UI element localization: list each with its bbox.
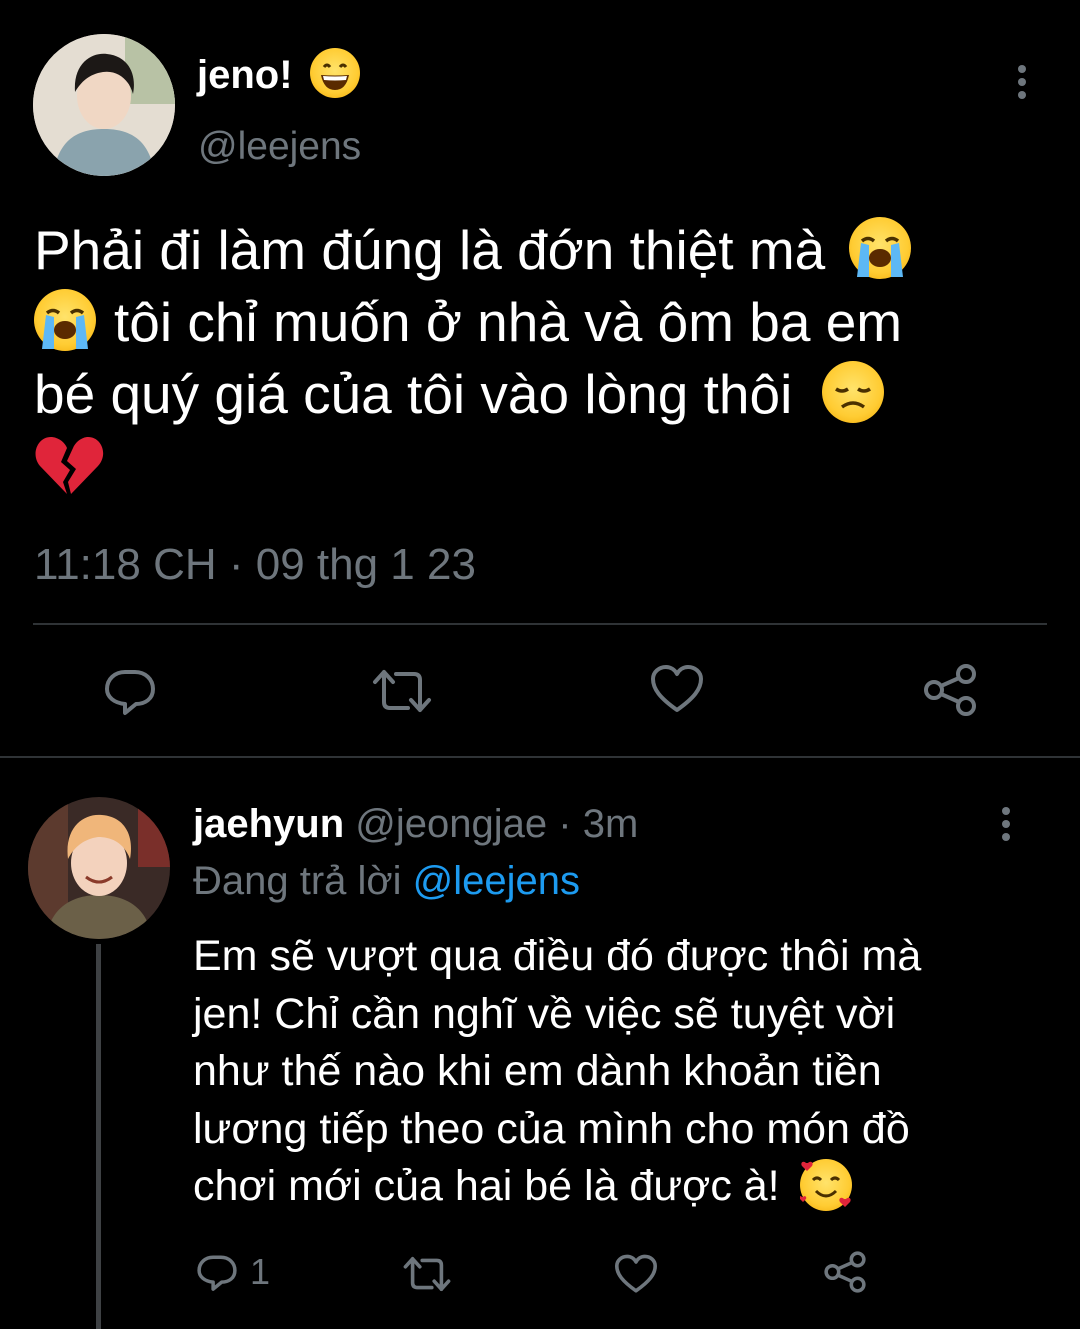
tweet-age: · 3m bbox=[558, 802, 639, 846]
tweet-line: bé quý giá của tôi vào lòng thôi bbox=[34, 358, 1044, 430]
reply-header: jaehyun @jeongjae · 3m bbox=[193, 801, 638, 847]
section-divider bbox=[0, 756, 1080, 758]
reply-count: 1 bbox=[250, 1251, 271, 1292]
tweet-text: Phải đi làm đúng là đớn thiệt mà tôi chỉ… bbox=[34, 214, 1044, 502]
tweet-line: jen! Chỉ cần nghĩ về việc sẽ tuyệt vời bbox=[193, 989, 896, 1038]
replying-prefix: Đang trả lời bbox=[193, 859, 402, 903]
retweet-icon bbox=[372, 666, 432, 716]
more-options-icon[interactable] bbox=[996, 806, 1016, 842]
tweet-line: Em sẽ vượt qua điều đó được thôi mà bbox=[193, 932, 922, 980]
loudly-crying-emoji bbox=[34, 289, 96, 352]
grinning-face-emoji bbox=[309, 48, 360, 99]
share-button[interactable] bbox=[922, 662, 978, 718]
display-name[interactable]: jeno! bbox=[197, 48, 360, 102]
avatar[interactable] bbox=[33, 34, 175, 176]
disappointed-emoji bbox=[821, 361, 884, 424]
user-handle[interactable]: @jeongjae bbox=[355, 802, 547, 846]
reply-button[interactable]: 1 bbox=[196, 1251, 270, 1293]
retweet-button[interactable] bbox=[402, 1254, 452, 1294]
avatar[interactable] bbox=[28, 797, 170, 939]
like-button[interactable] bbox=[650, 664, 704, 714]
retweet-icon bbox=[402, 1254, 452, 1294]
reply-button[interactable] bbox=[103, 664, 157, 718]
display-name[interactable]: jaehyun bbox=[193, 802, 344, 846]
tweet-line: chơi mới của hai bé là được à! bbox=[193, 1158, 1053, 1216]
tweet-line: Phải đi làm đúng là đớn thiệt mà bbox=[34, 214, 1044, 286]
broken-heart-emoji bbox=[34, 434, 104, 498]
tweet-line: như thế nào khi em dành khoản tiền bbox=[193, 1047, 882, 1095]
replying-to: Đang trả lời @leejens bbox=[193, 858, 580, 904]
like-button[interactable] bbox=[614, 1254, 658, 1294]
tweet-line: lương tiếp theo của mình cho món đồ bbox=[193, 1104, 910, 1153]
tweet-text: Em sẽ vượt qua điều đó được thôi mà jen!… bbox=[193, 928, 1053, 1216]
share-icon bbox=[823, 1250, 867, 1294]
like-icon bbox=[614, 1254, 658, 1294]
reply-icon bbox=[103, 664, 157, 718]
share-button[interactable] bbox=[823, 1250, 867, 1294]
divider bbox=[33, 623, 1047, 625]
tweet-timestamp[interactable]: 11:18 CH · 09 thg 1 23 bbox=[34, 540, 476, 590]
tweet-line: tôi chỉ muốn ở nhà và ôm ba em bbox=[34, 286, 1044, 358]
reply-icon bbox=[196, 1251, 238, 1293]
thread-line bbox=[96, 944, 101, 1329]
user-handle[interactable]: @leejens bbox=[198, 124, 361, 170]
more-options-icon[interactable] bbox=[1012, 64, 1032, 100]
tweet-line bbox=[34, 430, 1044, 502]
loudly-crying-emoji bbox=[848, 217, 911, 280]
replying-handle-link[interactable]: @leejens bbox=[413, 859, 580, 903]
smiling-face-with-hearts-emoji bbox=[799, 1158, 852, 1211]
retweet-button[interactable] bbox=[372, 666, 432, 716]
like-icon bbox=[650, 664, 704, 714]
share-icon bbox=[922, 662, 978, 718]
